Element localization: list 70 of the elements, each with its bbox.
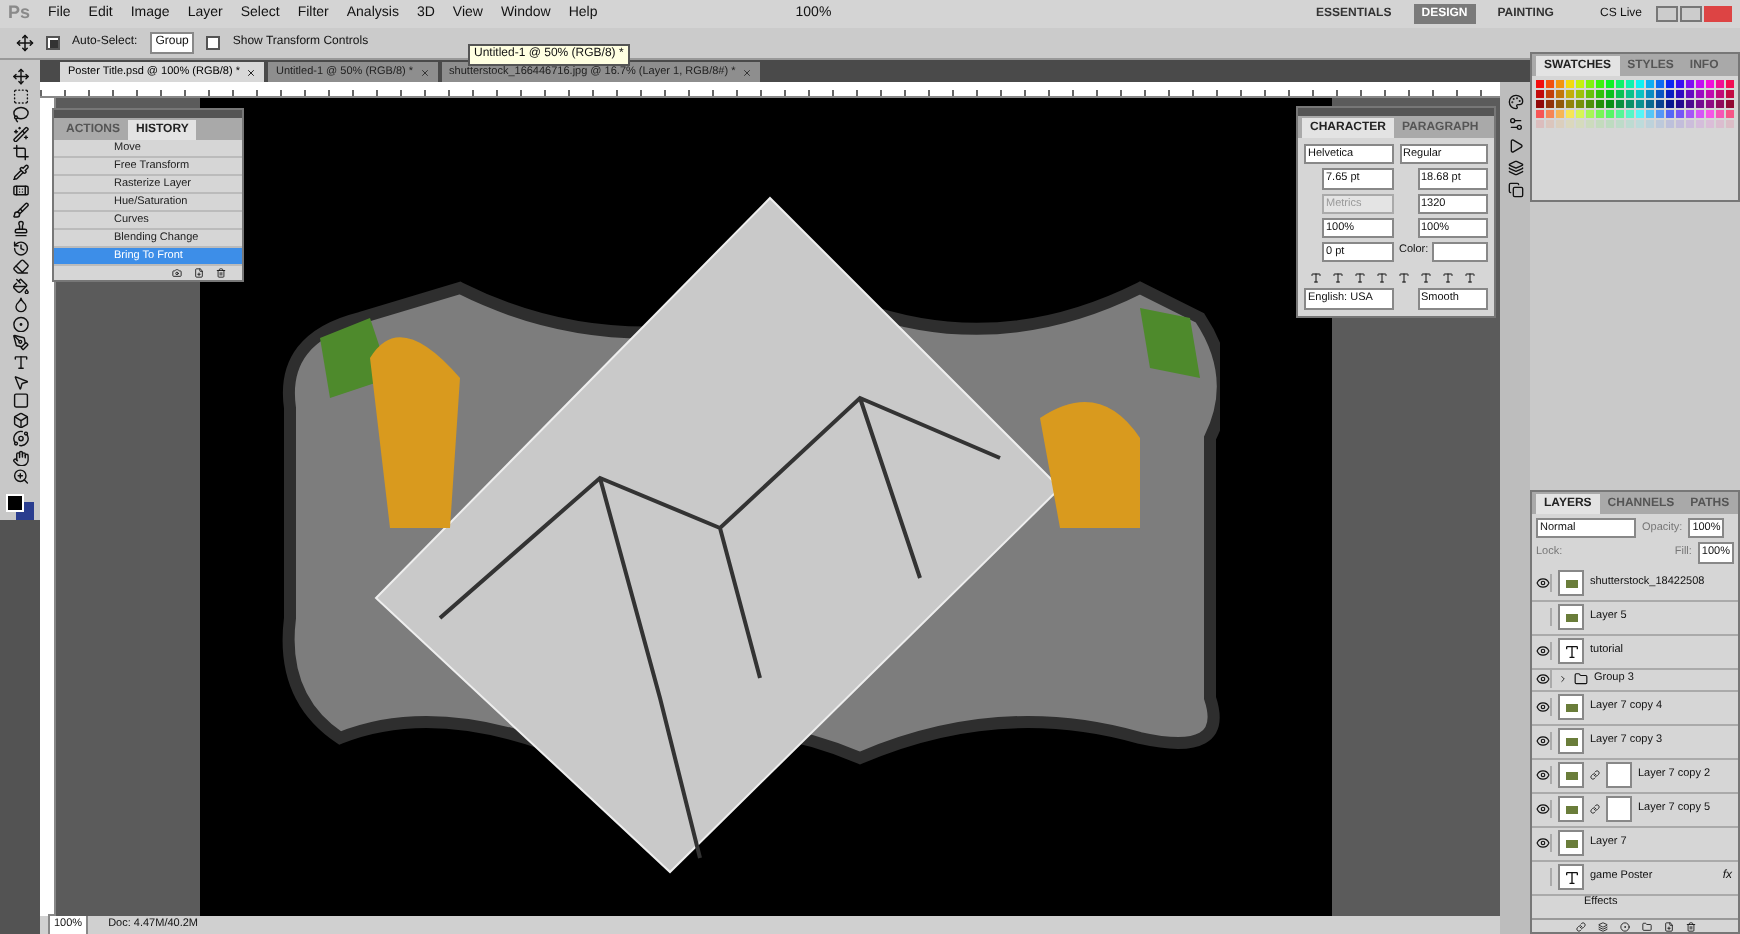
panel-icon[interactable] xyxy=(1507,160,1523,176)
type-style-icon[interactable] xyxy=(1310,272,1322,285)
mask-thumbnail xyxy=(1606,762,1632,788)
tool-icon[interactable] xyxy=(11,468,29,486)
tool-icon[interactable] xyxy=(11,353,29,371)
snapshot-icon[interactable] xyxy=(172,268,182,278)
layer-thumbnail xyxy=(1558,570,1584,596)
type-style-icon[interactable] xyxy=(1464,272,1476,285)
layer-thumbnail xyxy=(1558,728,1584,754)
window-controls-icon[interactable] xyxy=(1656,6,1732,22)
app-logo: Ps xyxy=(8,0,31,27)
type-style-icon[interactable] xyxy=(1420,272,1432,285)
tool-icon[interactable] xyxy=(11,239,29,257)
tool-icon[interactable] xyxy=(11,449,29,467)
tool-icon[interactable] xyxy=(11,125,29,143)
panel-icon[interactable] xyxy=(1507,116,1523,132)
visibility-toggle[interactable] xyxy=(1534,574,1552,592)
link-icon xyxy=(1590,770,1600,780)
type-style-icon[interactable] xyxy=(1332,272,1344,285)
tool-icon[interactable] xyxy=(11,277,29,295)
panel-icon[interactable] xyxy=(1507,138,1523,154)
tool-icon[interactable] xyxy=(11,220,29,238)
layer-thumbnail xyxy=(1558,796,1584,822)
tool-icon[interactable] xyxy=(11,163,29,181)
tool-icon[interactable] xyxy=(11,106,29,124)
layer-thumbnail xyxy=(1558,864,1584,890)
tool-icon[interactable] xyxy=(11,411,29,429)
layer-thumbnail xyxy=(1558,694,1584,720)
checkbox[interactable] xyxy=(206,36,221,50)
visibility-toggle[interactable] xyxy=(1534,642,1552,660)
tool-icon[interactable] xyxy=(11,201,29,219)
tool-icon[interactable] xyxy=(11,144,29,162)
link-icon xyxy=(1590,804,1600,814)
visibility-toggle[interactable] xyxy=(1534,698,1552,716)
layer-action-icon[interactable] xyxy=(1685,921,1695,931)
layer-thumbnail xyxy=(1558,604,1584,630)
layer-action-icon[interactable] xyxy=(1597,921,1607,931)
checkbox[interactable] xyxy=(46,36,60,50)
tool-icon[interactable] xyxy=(11,296,29,314)
type-style-icon[interactable] xyxy=(1376,272,1388,285)
tool-icon[interactable] xyxy=(11,315,29,333)
panel-icon[interactable] xyxy=(1507,182,1523,198)
move-tool-icon[interactable] xyxy=(16,34,34,52)
tool-icon[interactable] xyxy=(11,87,29,105)
color-field[interactable] xyxy=(1432,242,1488,263)
layer-action-icon[interactable] xyxy=(1663,921,1673,931)
layer-thumbnail xyxy=(1558,830,1584,856)
visibility-toggle[interactable] xyxy=(1534,800,1552,818)
layer-thumbnail xyxy=(1558,638,1584,664)
visibility-toggle[interactable] xyxy=(1534,834,1552,852)
type-style-icon[interactable] xyxy=(1442,272,1454,285)
mask-thumbnail xyxy=(1606,796,1632,822)
folder-icon xyxy=(1574,672,1588,686)
visibility-toggle[interactable] xyxy=(1534,732,1552,750)
visibility-toggle[interactable] xyxy=(1534,766,1552,784)
layer-action-icon[interactable] xyxy=(1641,921,1651,931)
tool-icon[interactable] xyxy=(11,182,29,200)
color-swatches-icon[interactable] xyxy=(6,493,34,520)
layer-thumbnail xyxy=(1558,762,1584,788)
type-style-icon[interactable] xyxy=(1398,272,1410,285)
type-style-icon[interactable] xyxy=(1354,272,1366,285)
new-document-icon[interactable] xyxy=(194,268,204,278)
tool-icon[interactable] xyxy=(11,430,29,448)
tool-icon[interactable] xyxy=(11,334,29,352)
tool-icon[interactable] xyxy=(11,258,29,276)
visibility-toggle[interactable] xyxy=(1534,670,1552,688)
panel-icon[interactable] xyxy=(1507,94,1523,110)
layer-action-icon[interactable] xyxy=(1575,921,1585,931)
tool-icon[interactable] xyxy=(11,68,29,86)
trash-icon[interactable] xyxy=(216,268,226,278)
